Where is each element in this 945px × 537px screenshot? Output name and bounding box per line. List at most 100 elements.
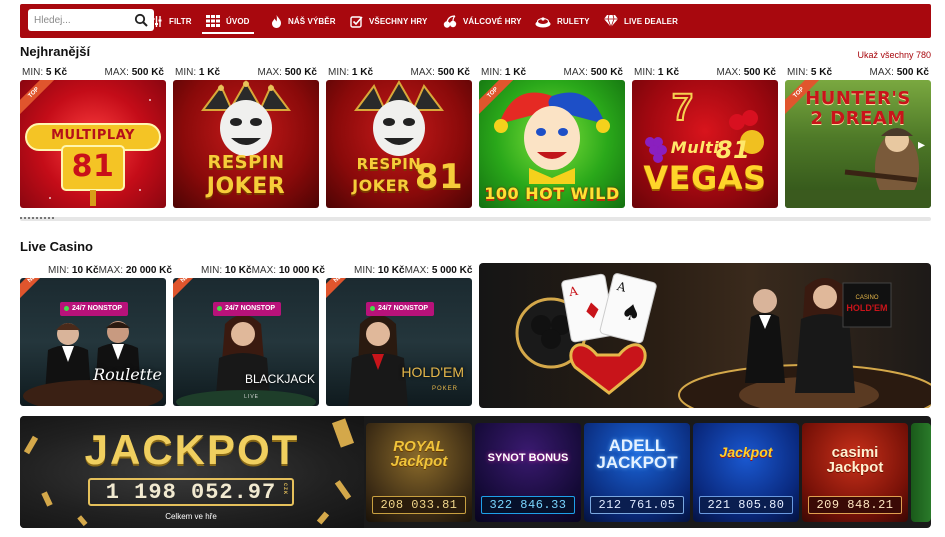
nonstop-badge: 24/7 NONSTOP — [366, 302, 435, 316]
game-thumbnail[interactable]: NEW 24/7 NONSTOP Roulette — [20, 278, 166, 406]
svg-text:7: 7 — [672, 87, 693, 129]
min-label: MIN: — [48, 265, 70, 276]
min-label: MIN: — [634, 67, 656, 78]
min-label: MIN: — [481, 67, 503, 78]
search-input[interactable] — [28, 10, 128, 30]
game-tile[interactable]: MIN: 5 Kč MAX: 500 Kč TOP MULTIPLAY 81 — [20, 66, 166, 208]
search-icon[interactable] — [134, 13, 148, 27]
live-casino-banner[interactable]: A ♦ A ♠ CASINO HOLD'EM — [479, 263, 931, 408]
nav-slot-games[interactable]: VÁLCOVÉ HRY — [443, 4, 522, 38]
nav-live-dealer[interactable]: LIVE DEALER — [604, 4, 678, 38]
game-tile[interactable]: MIN: 5 Kč MAX: 500 Kč TOP HUNTER'S 2 DRE… — [785, 66, 931, 208]
jackpot-card-jackpot[interactable]: Jackpot 221 805.80 — [693, 423, 799, 522]
new-ribbon: NEW — [20, 278, 54, 298]
svg-text:HOLD'EM: HOLD'EM — [846, 303, 887, 313]
max-bet: 500 Kč — [131, 67, 164, 78]
live-game-tile[interactable]: MIN: 10 Kč MAX: 5 000 Kč NEW 24/7 NONSTO… — [326, 264, 472, 406]
game-tile[interactable]: MIN: 1 Kč MAX: 500 Kč RESPIN JOKER 81 — [326, 66, 472, 208]
nav-home-label: ÚVOD — [226, 16, 250, 26]
bet-limits: MIN: 1 Kč MAX: 500 Kč — [632, 66, 778, 80]
jackpot-card-royal[interactable]: ROYAL Jackpot 208 033.81 — [366, 423, 472, 522]
jackpot-card-synot[interactable]: SYNOT BONUS 322 846.33 — [475, 423, 581, 522]
flame-icon — [272, 14, 281, 28]
game-thumbnail[interactable]: TOP HUNTER'S 2 DREAM ▸ — [785, 80, 931, 208]
game-thumbnail[interactable]: RESPIN JOKER 81 — [326, 80, 472, 208]
jackpot-card-logo: ADELL JACKPOT — [596, 436, 678, 472]
game-thumbnail[interactable]: TOP 100 HOT WILD — [479, 80, 625, 208]
jackpot-card-logo: ROYAL Jackpot — [390, 438, 448, 470]
max-bet: 500 Kč — [590, 67, 623, 78]
new-ribbon: NEW — [173, 278, 207, 298]
max-label: MAX: — [104, 67, 129, 78]
nav-slot-games-label: VÁLCOVÉ HRY — [463, 16, 522, 26]
max-label: MAX: — [869, 67, 894, 78]
top-badge: TOP — [479, 80, 513, 114]
max-label: MAX: — [251, 265, 277, 276]
game-name-line1: RESPIN — [207, 152, 285, 173]
max-label: MAX: — [410, 67, 435, 78]
max-label: MAX: — [404, 265, 430, 276]
game-thumbnail[interactable]: TOP MULTIPLAY 81 — [20, 80, 166, 208]
min-bet: 1 Kč — [504, 67, 527, 78]
jackpot-card-logo: casimi Jackpot — [826, 444, 884, 476]
nav-filter-label: FILTR — [169, 16, 192, 26]
nav-filter[interactable]: FILTR — [150, 4, 192, 38]
top-navigation-bar: FILTR ÚVOD NÁŠ VÝBĚR VŠECHNY HRY VÁLCOVÉ… — [20, 4, 931, 38]
jackpot-panel: JACKPOT 1 198 052.97 CZK Celkem ve hře R… — [20, 416, 931, 528]
jackpot-card-value: 208 033.81 — [372, 496, 466, 514]
top-ribbon: TOP — [479, 80, 513, 114]
game-tile[interactable]: MIN: 1 Kč MAX: 500 Kč 7 Multi 81 VEGAS — [632, 66, 778, 208]
jackpot-card-casimi[interactable]: casimi Jackpot 209 848.21 — [802, 423, 908, 522]
carousel-next-arrow[interactable]: ▸ — [918, 136, 928, 152]
jackpot-card-logo: Jackpot — [719, 444, 773, 460]
game-tile[interactable]: MIN: 1 Kč MAX: 500 Kč RESPIN JOKER — [173, 66, 319, 208]
jackpot-card-value: 212 761.05 — [590, 496, 684, 514]
bet-limits: MIN: 5 Kč MAX: 500 Kč — [20, 66, 166, 80]
jackpot-card-adell[interactable]: ADELL JACKPOT 212 761.05 — [584, 423, 690, 522]
live-game-tile[interactable]: MIN: 10 Kč MAX: 10 000 Kč NEW 24/7 NONST… — [173, 264, 325, 406]
nav-home[interactable]: ÚVOD — [202, 4, 253, 38]
game-name-number: 81 — [414, 157, 464, 197]
top-badge: TOP — [785, 80, 819, 114]
game-thumbnail[interactable]: NEW 24/7 NONSTOP HOLD'EM POKER — [326, 278, 472, 406]
live-game-name: BLACKJACK — [244, 372, 315, 386]
max-bet: 500 Kč — [896, 67, 929, 78]
bet-limits: MIN: 1 Kč MAX: 500 Kč — [173, 66, 319, 80]
top-ribbon: TOP — [20, 80, 54, 114]
live-game-tile[interactable]: MIN: 10 Kč MAX: 20 000 Kč NEW 24/7 NONST… — [20, 264, 172, 406]
nav-our-choice[interactable]: NÁŠ VÝBĚR — [271, 4, 336, 38]
carousel-scrollbar[interactable] — [20, 217, 931, 221]
jackpot-title: JACKPOT — [84, 426, 300, 473]
jackpot-total-amount: 1 198 052.97 — [105, 479, 277, 505]
min-label: MIN: — [787, 67, 809, 78]
jackpot-currency: CZK — [282, 483, 288, 496]
min-bet: 10 Kč — [377, 265, 405, 276]
jackpot-card-partial[interactable] — [911, 423, 931, 522]
game-thumbnail[interactable]: RESPIN JOKER — [173, 80, 319, 208]
bet-limits: MIN: 10 Kč MAX: 10 000 Kč — [173, 264, 325, 278]
scrollbar-thumb[interactable] — [20, 217, 54, 221]
min-label: MIN: — [354, 265, 376, 276]
min-bet: 1 Kč — [657, 67, 680, 78]
nonstop-badge: 24/7 NONSTOP — [213, 302, 282, 316]
max-label: MAX: — [98, 265, 124, 276]
game-tile[interactable]: MIN: 1 Kč MAX: 500 Kč TOP 100 HOT WILD — [479, 66, 625, 208]
nav-live-dealer-label: LIVE DEALER — [624, 16, 678, 26]
nav-roulettes[interactable]: RULETY — [535, 4, 590, 38]
nav-all-games[interactable]: VŠECHNY HRY — [350, 4, 427, 38]
jackpot-card-value: 221 805.80 — [699, 496, 793, 514]
min-label: MIN: — [175, 67, 197, 78]
nav-roulettes-label: RULETY — [557, 16, 590, 26]
new-badge: NEW — [173, 278, 207, 298]
game-thumbnail[interactable]: 7 Multi 81 VEGAS — [632, 80, 778, 208]
new-ribbon: NEW — [326, 278, 360, 298]
max-bet: 500 Kč — [437, 67, 470, 78]
game-thumbnail[interactable]: NEW 24/7 NONSTOP BLACKJACK LIVE — [173, 278, 319, 406]
top-ribbon: TOP — [785, 80, 819, 114]
live-game-subtitle: LIVE — [244, 394, 259, 400]
live-banner-artwork: A♦ A♠ CASINO HOLD'EM — [515, 273, 931, 408]
max-label: MAX: — [563, 67, 588, 78]
show-all-link[interactable]: Ukaž všechny 780 — [857, 50, 931, 60]
jackpot-main[interactable]: JACKPOT 1 198 052.97 CZK Celkem ve hře — [20, 416, 364, 528]
bet-limits: MIN: 5 Kč MAX: 500 Kč — [785, 66, 931, 80]
